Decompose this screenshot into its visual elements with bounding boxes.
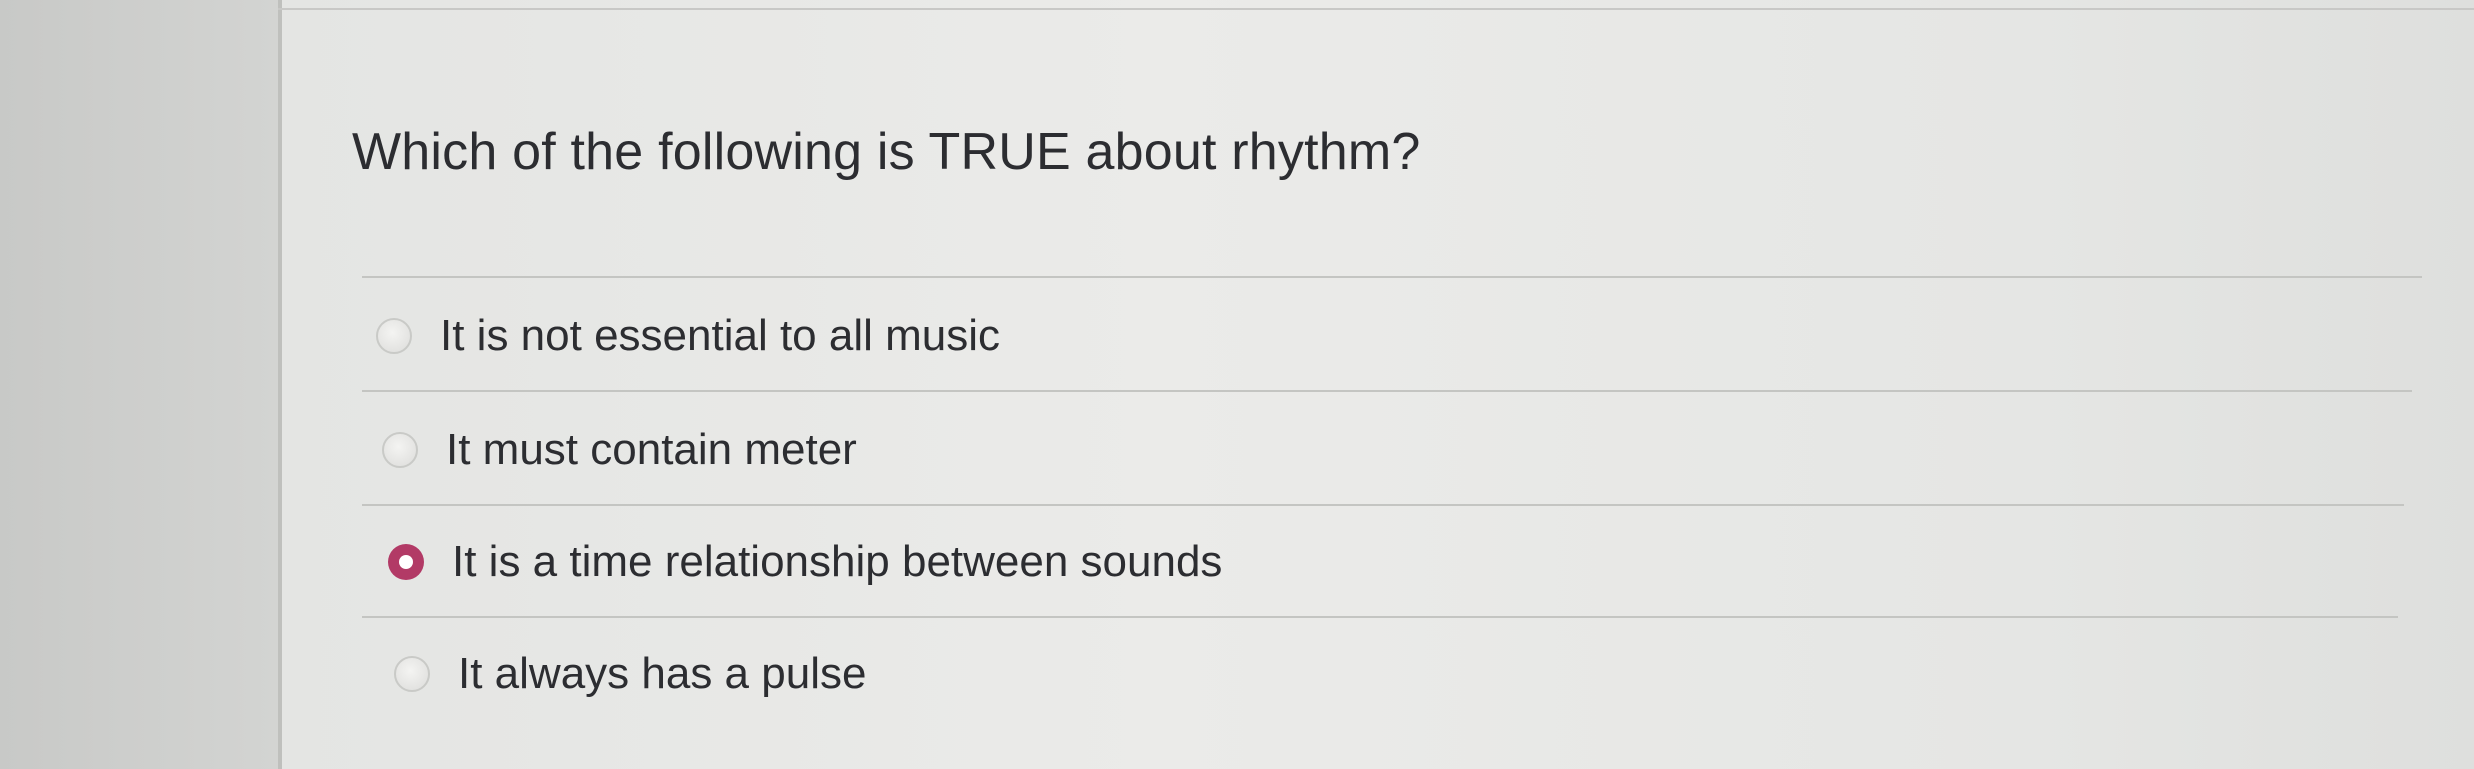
radio-unchecked-icon[interactable] [376,318,412,354]
answer-option-1[interactable]: It is not essential to all music [376,304,1000,368]
radio-unchecked-icon[interactable] [394,656,430,692]
divider [362,390,2412,392]
left-gutter [0,0,278,769]
radio-dot [399,555,413,569]
answer-option-label: It is not essential to all music [440,311,1001,360]
radio-checked-icon[interactable] [388,544,424,580]
answer-option-2[interactable]: It must contain meter [382,418,857,482]
answer-option-4[interactable]: It always has a pulse [394,642,866,706]
divider [362,504,2404,506]
radio-unchecked-icon[interactable] [382,432,418,468]
answer-option-label: It must contain meter [446,425,857,474]
divider [362,616,2398,618]
question-text: Which of the following is TRUE about rhy… [352,123,1421,181]
answer-option-label: It is a time relationship between sounds [452,537,1223,586]
quiz-screen: Which of the following is TRUE about rhy… [0,0,2474,769]
answer-option-label: It always has a pulse [458,649,867,698]
panel-top-divider [278,8,2474,10]
divider-top [362,276,2422,278]
answer-option-3[interactable]: It is a time relationship between sounds [388,530,1222,594]
